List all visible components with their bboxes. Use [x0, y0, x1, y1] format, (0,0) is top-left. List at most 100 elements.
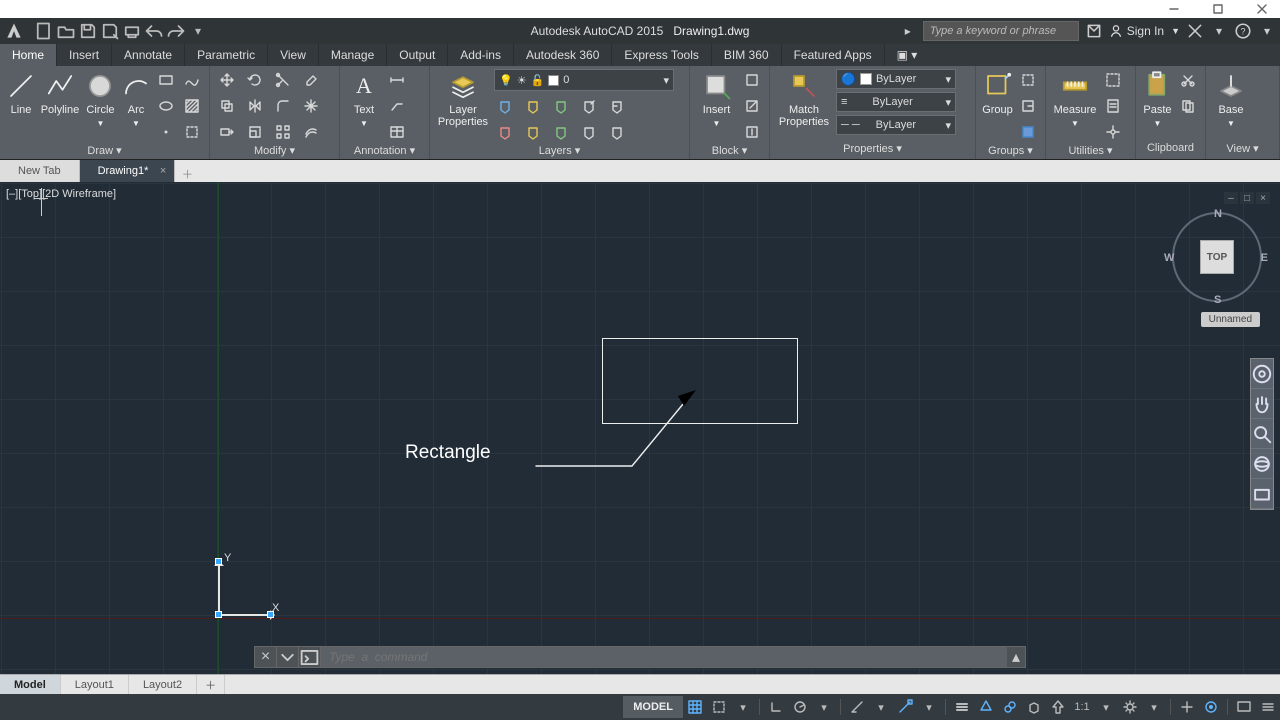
tab-autodesk360[interactable]: Autodesk 360	[514, 44, 612, 66]
tab-view[interactable]: View	[268, 44, 319, 66]
tab-insert[interactable]: Insert	[57, 44, 112, 66]
qat-plot-icon[interactable]	[122, 21, 142, 41]
hatch-icon[interactable]	[181, 95, 203, 117]
layer-thaw-icon[interactable]	[522, 121, 544, 143]
group-button[interactable]: Group	[982, 69, 1013, 116]
tab-focus-icon[interactable]: ▣ ▾	[885, 44, 930, 66]
dimension-icon[interactable]	[386, 69, 408, 91]
arc-button[interactable]: Arc▼	[121, 69, 151, 128]
new-tab-button[interactable]: ＋	[175, 166, 199, 182]
layer-previous-icon[interactable]	[606, 95, 628, 117]
block-attr-icon[interactable]	[741, 121, 763, 143]
status-osnap-icon[interactable]	[893, 696, 917, 718]
cmd-history-icon[interactable]: ▴	[1007, 647, 1025, 667]
file-tab-drawing1[interactable]: Drawing1*×	[80, 160, 176, 182]
status-isodraft-dropdown-icon[interactable]: ▾	[869, 696, 893, 718]
fillet-icon[interactable]	[272, 95, 294, 117]
polyline-button[interactable]: Polyline	[40, 69, 80, 116]
help-dropdown-icon[interactable]: ▾	[1258, 22, 1276, 40]
command-line[interactable]: × ▴	[254, 646, 1026, 668]
close-tab-icon[interactable]: ×	[160, 165, 166, 177]
wcs-label[interactable]: Unnamed	[1201, 312, 1260, 327]
file-tab-newtab[interactable]: New Tab	[0, 160, 80, 182]
tab-parametric[interactable]: Parametric	[185, 44, 268, 66]
stretch-icon[interactable]	[216, 121, 238, 143]
window-close-button[interactable]	[1248, 2, 1276, 16]
lineweight-selector[interactable]: ≡ByLayer▾	[836, 92, 956, 112]
linetype-selector[interactable]: ─ ─ByLayer▾	[836, 115, 956, 135]
help-icon[interactable]: ?	[1234, 22, 1252, 40]
array-icon[interactable]	[272, 121, 294, 143]
status-snap-dropdown-icon[interactable]: ▾	[731, 696, 755, 718]
line-button[interactable]: Line	[6, 69, 36, 116]
viewport-label[interactable]: [–][Top][2D Wireframe]	[6, 188, 116, 200]
group-edit-icon[interactable]	[1017, 95, 1039, 117]
cut-icon[interactable]	[1177, 69, 1199, 91]
region-icon[interactable]	[181, 121, 203, 143]
layer-match-icon[interactable]	[578, 95, 600, 117]
cmd-customize-icon[interactable]	[277, 647, 299, 667]
status-dynamic-input-icon[interactable]	[974, 696, 998, 718]
qat-redo-icon[interactable]	[166, 21, 186, 41]
base-view-button[interactable]: Base▼	[1212, 69, 1250, 128]
status-customize-icon[interactable]	[1256, 696, 1280, 718]
measure-button[interactable]: Measure▼	[1052, 69, 1098, 128]
tab-expresstools[interactable]: Express Tools	[612, 44, 711, 66]
layer-isolate-icon[interactable]	[494, 121, 516, 143]
scale-icon[interactable]	[244, 121, 266, 143]
layer-dropdown[interactable]: 💡 ☀ 🔓 0 ▾	[494, 69, 674, 91]
command-input[interactable]	[321, 647, 1007, 667]
status-snapmode-icon[interactable]	[707, 696, 731, 718]
pan-icon[interactable]	[1251, 389, 1273, 419]
status-grid-icon[interactable]	[683, 696, 707, 718]
edit-block-icon[interactable]	[741, 95, 763, 117]
help-search-input[interactable]: Type a keyword or phrase	[923, 21, 1079, 41]
orbit-icon[interactable]	[1251, 449, 1273, 479]
copy-icon[interactable]	[216, 95, 238, 117]
viewcube-face[interactable]: TOP	[1200, 240, 1234, 274]
status-gear-icon[interactable]	[1118, 696, 1142, 718]
tab-output[interactable]: Output	[387, 44, 448, 66]
steering-wheel-icon[interactable]	[1251, 359, 1273, 389]
vp-close-icon[interactable]: ×	[1256, 192, 1270, 204]
explode-icon[interactable]	[300, 95, 322, 117]
app-logo-icon[interactable]	[0, 18, 28, 44]
vp-maximize-icon[interactable]: □	[1240, 192, 1254, 204]
erase-icon[interactable]	[300, 69, 322, 91]
status-cleanscreen-icon[interactable]	[1232, 696, 1256, 718]
status-isodraft-icon[interactable]	[845, 696, 869, 718]
spline-icon[interactable]	[181, 69, 203, 91]
tab-featuredapps[interactable]: Featured Apps	[782, 44, 885, 66]
rotate-icon[interactable]	[244, 69, 266, 91]
status-annoscale-icon[interactable]	[1046, 696, 1070, 718]
status-selection-cycle-icon[interactable]	[998, 696, 1022, 718]
layout-tab-model[interactable]: Model	[0, 675, 61, 695]
layer-freeze-icon[interactable]	[522, 95, 544, 117]
window-maximize-button[interactable]	[1204, 2, 1232, 16]
mirror-icon[interactable]	[244, 95, 266, 117]
stayconnected-icon[interactable]: ▾	[1210, 22, 1228, 40]
qat-saveas-icon[interactable]	[100, 21, 120, 41]
tab-home[interactable]: Home	[0, 44, 57, 66]
quick-calc-icon[interactable]	[1102, 95, 1124, 117]
group-select-icon[interactable]	[1017, 121, 1039, 143]
ucs-icon[interactable]: Y X	[214, 560, 284, 630]
select-all-icon[interactable]	[1102, 69, 1124, 91]
search-icon[interactable]: ▸	[899, 22, 917, 40]
offset-icon[interactable]	[300, 121, 322, 143]
status-osnap-dropdown-icon[interactable]: ▾	[917, 696, 941, 718]
zoom-icon[interactable]	[1251, 419, 1273, 449]
status-polar-dropdown-icon[interactable]: ▾	[812, 696, 836, 718]
layout-add-button[interactable]: ＋	[197, 675, 225, 695]
status-modelspace[interactable]: MODEL	[623, 696, 683, 718]
qat-more-icon[interactable]: ▾	[188, 21, 208, 41]
status-scale-dropdown-icon[interactable]: ▾	[1094, 696, 1118, 718]
copyclip-icon[interactable]	[1177, 95, 1199, 117]
status-plus-icon[interactable]	[1175, 696, 1199, 718]
status-scale-label[interactable]: 1:1	[1070, 696, 1094, 718]
id-point-icon[interactable]	[1102, 121, 1124, 143]
status-isolate-icon[interactable]	[1199, 696, 1223, 718]
vp-minimize-icon[interactable]: –	[1224, 192, 1238, 204]
layer-off-icon[interactable]	[494, 95, 516, 117]
rectangle-icon[interactable]	[155, 69, 177, 91]
